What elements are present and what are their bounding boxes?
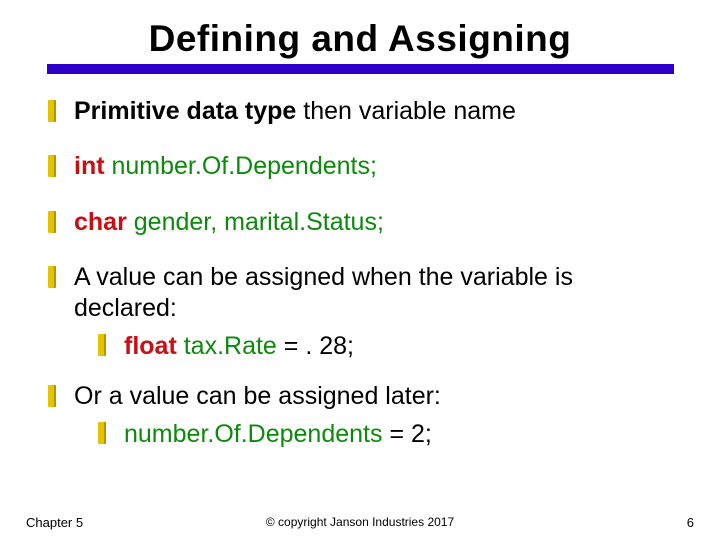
- bullet-4: A value can be assigned when the variabl…: [44, 262, 680, 363]
- bullet-3: char gender, marital.Status;: [44, 207, 680, 238]
- bullet-3-rest: gender, marital.Status;: [127, 208, 384, 236]
- bullet-2-keyword: int: [74, 152, 105, 180]
- bullet-5-text: Or a value can be assigned later:: [74, 382, 441, 410]
- footer-center: © copyright Janson Industries 2017: [266, 515, 454, 529]
- bullet-4-sublist: float tax.Rate = . 28;: [74, 330, 680, 363]
- bullet-2: int number.Of.Dependents;: [44, 151, 680, 182]
- bullet-list: Primitive data type then variable name i…: [44, 96, 680, 451]
- slide: Defining and Assigning Primitive data ty…: [0, 0, 720, 540]
- bullet-1: Primitive data type then variable name: [44, 96, 680, 127]
- footer-right: 6: [687, 515, 694, 530]
- content: Primitive data type then variable name i…: [30, 96, 690, 451]
- bullet-5-sub: number.Of.Dependents = 2;: [98, 418, 680, 451]
- title-underline: [47, 64, 674, 74]
- title-wrap: Defining and Assigning: [30, 18, 690, 60]
- bullet-3-keyword: char: [74, 208, 127, 236]
- footer: Chapter 5 © copyright Janson Industries …: [0, 515, 720, 530]
- bullet-5: Or a value can be assigned later: number…: [44, 381, 680, 451]
- slide-title: Defining and Assigning: [149, 18, 572, 60]
- bullet-4-sub-eq: = . 28;: [284, 332, 354, 360]
- bullet-4-sub: float tax.Rate = . 28;: [98, 330, 680, 363]
- bullet-5-sub-eq: = 2;: [389, 420, 431, 448]
- bullet-2-rest: number.Of.Dependents;: [105, 152, 377, 180]
- bullet-1-bold: Primitive data type: [74, 97, 296, 125]
- bullet-5-sublist: number.Of.Dependents = 2;: [74, 418, 680, 451]
- bullet-4-text: A value can be assigned when the variabl…: [74, 263, 573, 322]
- footer-left: Chapter 5: [26, 515, 83, 530]
- bullet-4-sub-keyword: float: [124, 332, 177, 360]
- bullet-1-rest: then variable name: [296, 97, 516, 125]
- bullet-5-sub-var: number.Of.Dependents: [124, 420, 389, 448]
- bullet-4-sub-var: tax.Rate: [177, 332, 284, 360]
